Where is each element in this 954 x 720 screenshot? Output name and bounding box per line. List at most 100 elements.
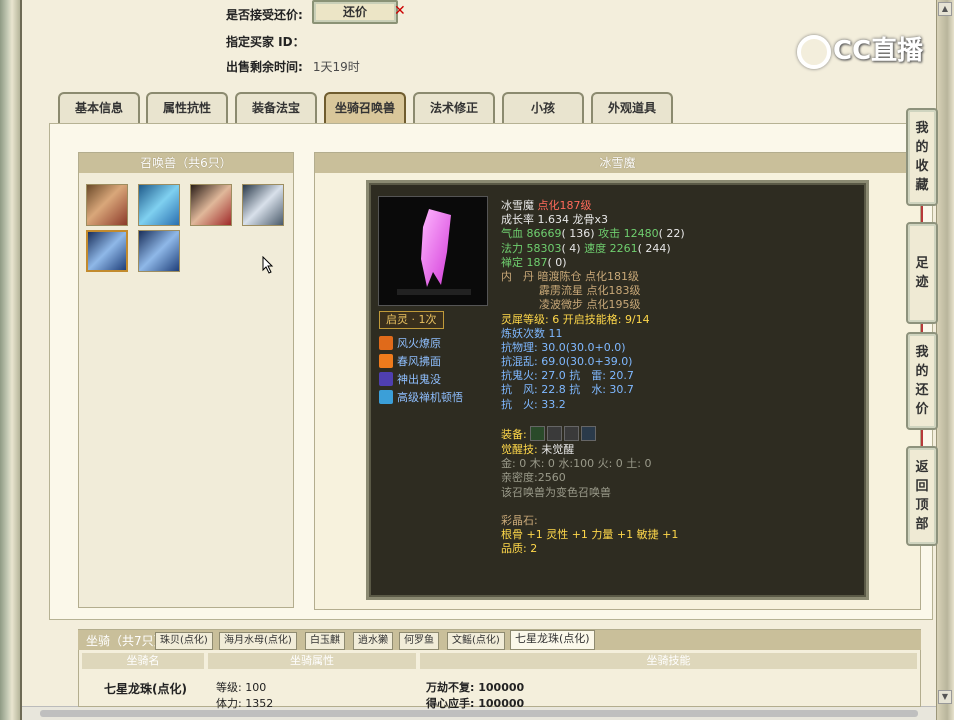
tab-equipment[interactable]: 装备法宝: [235, 92, 317, 124]
buyer-id-label: 指定买家 ID：: [226, 35, 305, 49]
speed-label: 速度: [584, 241, 607, 255]
tab-child[interactable]: 小孩: [502, 92, 584, 124]
resist-chaos: 抗混乱: 69.0(30.0+39.0): [501, 355, 633, 369]
summon-skill-row[interactable]: 春风拂面: [379, 353, 441, 369]
time-left-value: 1天19时: [312, 60, 360, 74]
resist-wind-water: 抗 风: 22.8 抗 水: 30.7: [501, 383, 634, 397]
mount-stamina: 体力: 1352: [216, 697, 274, 710]
calm-value: 187: [526, 255, 548, 269]
skill-name: 高级禅机顿悟: [397, 391, 463, 404]
side-char: 藏: [915, 178, 929, 193]
counter-offer-button[interactable]: 还价: [312, 0, 398, 24]
mount-tab-active[interactable]: 七星龙珠(点化): [510, 630, 595, 650]
skill-grid-value: 9/14: [624, 312, 650, 326]
tab-appearance[interactable]: 外观道具: [591, 92, 673, 124]
summon-avatar[interactable]: [190, 184, 232, 226]
hp-extra: ( 136): [561, 227, 595, 241]
mp-value: 58303: [526, 241, 562, 255]
close-x-icon[interactable]: ✕: [394, 3, 406, 19]
skill-grid-label: 开启技能格:: [562, 312, 622, 326]
side-char: 的: [915, 140, 929, 155]
my-favorites-button[interactable]: 我的收藏: [906, 108, 938, 206]
flame-icon: [379, 354, 393, 368]
side-char: 顶: [915, 498, 929, 513]
mount-tab[interactable]: 何罗鱼: [399, 632, 439, 650]
mount-tab[interactable]: 白玉麒: [305, 632, 345, 650]
mount-tab[interactable]: 海月水母(点化): [219, 632, 297, 650]
lingxi-label: 灵犀等级:: [501, 312, 549, 326]
tab-attributes[interactable]: 属性抗性: [146, 92, 228, 124]
mount-skill: 得心应手: 100000: [426, 697, 525, 710]
vertical-scrollbar[interactable]: ▲ ▼: [936, 0, 954, 720]
intimacy: 亲密度:2560: [501, 471, 566, 485]
side-char: 价: [915, 402, 929, 417]
side-char: 足: [915, 256, 929, 271]
lingxi-value: 6: [552, 312, 560, 326]
qiling-badge: 启灵 · 1次: [379, 311, 444, 329]
accept-counter-label: 是否接受还价:: [226, 8, 303, 22]
equip-slot-icon[interactable]: [581, 426, 597, 441]
neidan-item: 霹雳流星 点化183级: [539, 284, 641, 298]
equip-slot-icon[interactable]: [564, 426, 580, 441]
elements: 金: 0 木: 0 水:100 火: 0 土: 0: [501, 457, 652, 471]
scroll-up-arrow-icon[interactable]: ▲: [938, 2, 952, 16]
growth-rate: 成长率 1.634 龙骨x3: [501, 213, 608, 227]
tab-mount-summon[interactable]: 坐骑召唤兽: [324, 92, 406, 124]
footprints-button[interactable]: 足迹: [906, 222, 938, 324]
skill-name: 神出鬼没: [397, 373, 441, 386]
mount-level: 等级: 100: [216, 681, 267, 694]
mount-tab[interactable]: 逍水獭: [353, 632, 393, 650]
summon-avatar[interactable]: [138, 184, 180, 226]
mp-label: 法力: [501, 241, 523, 255]
resist-fire: 抗 火: 33.2: [501, 397, 566, 411]
my-counter-offers-button[interactable]: 我的还价: [906, 332, 938, 430]
summon-detail-title: 冰雪魔: [315, 153, 920, 173]
lianyao-count: 炼妖次数 11: [501, 326, 563, 340]
summon-avatar[interactable]: [86, 184, 128, 226]
gem-label: 彩晶石:: [501, 513, 538, 527]
tab-spell-correction[interactable]: 法术修正: [413, 92, 495, 124]
summon-skill-row[interactable]: 高级禅机顿悟: [379, 389, 463, 405]
scrollbar-thumb[interactable]: [40, 710, 918, 717]
summon-avatar-selected[interactable]: [86, 230, 128, 272]
calm-label: 禅定: [501, 255, 523, 269]
gem-value: 根骨 +1 灵性 +1 力量 +1 敏捷 +1: [501, 528, 679, 542]
summon-skill-row[interactable]: 神出鬼没: [379, 371, 441, 387]
equip-slot-icon[interactable]: [530, 426, 546, 441]
quality: 品质: 2: [501, 542, 538, 556]
side-char: 的: [915, 364, 929, 379]
skill-name: 春风拂面: [397, 355, 441, 368]
resist-physical: 抗物理: 30.0(30.0+0.0): [501, 340, 626, 354]
side-char: 回: [915, 479, 929, 494]
calm-extra: ( 0): [547, 255, 567, 269]
mount-tab[interactable]: 文鳐(点化): [447, 632, 505, 650]
mount-tab[interactable]: 珠贝(点化): [155, 632, 213, 650]
scroll-down-arrow-icon[interactable]: ▼: [938, 690, 952, 704]
ice-crystal-icon: [397, 209, 471, 295]
summon-avatar[interactable]: [242, 184, 284, 226]
zen-icon: [379, 390, 393, 404]
side-char: 返: [915, 460, 929, 475]
summon-avatar[interactable]: [138, 230, 180, 272]
side-char: 部: [915, 517, 929, 532]
tab-basic-info[interactable]: 基本信息: [58, 92, 140, 124]
mp-extra: ( 4): [561, 241, 581, 255]
summon-skill-row[interactable]: 风火燎原: [379, 335, 441, 351]
time-left-label: 出售剩余时间:: [226, 60, 303, 74]
side-char: 我: [915, 345, 929, 360]
side-char: 还: [915, 383, 929, 398]
mount-title: 坐骑（共7只）: [86, 634, 166, 648]
back-to-top-button[interactable]: 返回顶部: [906, 446, 938, 546]
transform-note: 该召唤兽为变色召唤兽: [501, 485, 611, 499]
summon-name: 冰雪魔: [501, 199, 534, 212]
ghost-icon: [379, 372, 393, 386]
equip-slot-icon[interactable]: [547, 426, 563, 441]
neidan-item: 暗渡陈仓 点化181级: [537, 269, 640, 283]
neidan-label: 内 丹: [501, 269, 534, 283]
atk-label: 攻击: [598, 227, 621, 241]
side-char: 我: [915, 121, 929, 136]
atk-value: 12480: [623, 227, 659, 241]
cc-logo-icon: [797, 34, 831, 69]
creature-portrait: [378, 196, 488, 306]
skill-name: 风火燎原: [397, 337, 441, 350]
